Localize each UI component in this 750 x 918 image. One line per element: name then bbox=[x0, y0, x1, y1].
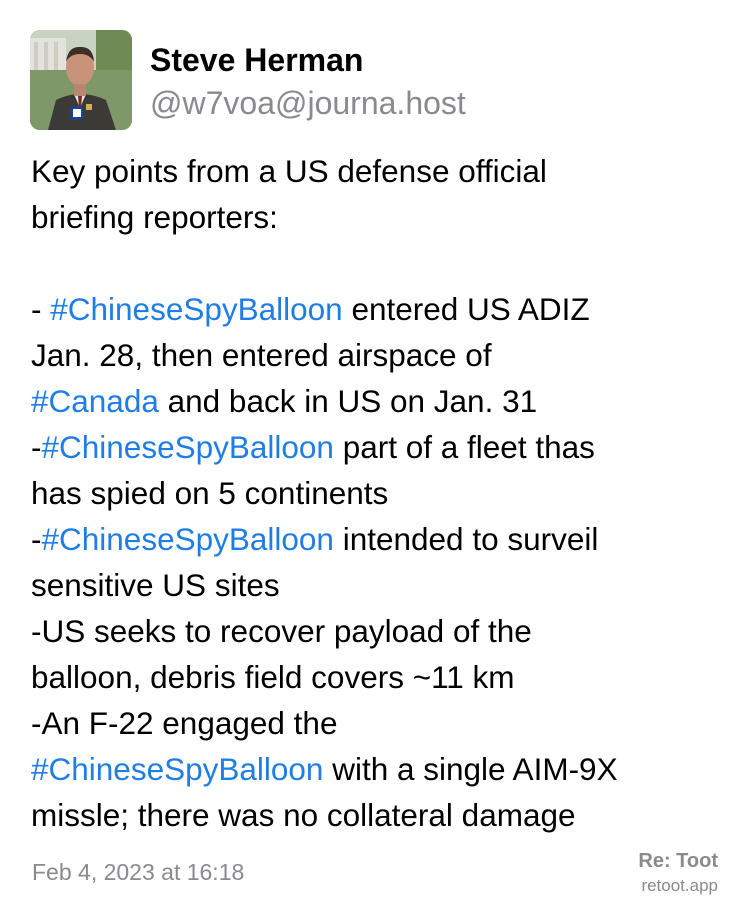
post-text: Key points from a US defense official bbox=[31, 153, 547, 189]
post-text: - bbox=[31, 521, 42, 557]
author-handle[interactable]: @w7voa@journa.host bbox=[150, 83, 466, 123]
hashtag-link[interactable]: #ChineseSpyBalloon bbox=[42, 521, 334, 557]
post-line: has spied on 5 continents bbox=[31, 470, 731, 516]
post-text: missle; there was no collateral damage bbox=[31, 797, 576, 833]
post-line: Jan. 28, then entered airspace of bbox=[31, 332, 731, 378]
post-text: has spied on 5 continents bbox=[31, 475, 389, 511]
app-brand-title: Re: Toot bbox=[638, 850, 718, 872]
avatar[interactable] bbox=[30, 30, 132, 130]
hashtag-link[interactable]: #ChineseSpyBalloon bbox=[31, 751, 323, 787]
hashtag-link[interactable]: #ChineseSpyBalloon bbox=[42, 429, 334, 465]
post-text: briefing reporters: bbox=[31, 199, 278, 235]
post-line: #ChineseSpyBalloon with a single AIM-9X bbox=[31, 746, 731, 792]
post-text: and back in US on Jan. 31 bbox=[158, 383, 538, 419]
post-text: entered US ADIZ bbox=[342, 291, 590, 327]
post-line: Key points from a US defense official bbox=[31, 148, 731, 194]
post-line: - #ChineseSpyBalloon entered US ADIZ bbox=[31, 286, 731, 332]
post-line: -#ChineseSpyBalloon part of a fleet thas bbox=[31, 424, 731, 470]
post-text: - bbox=[31, 291, 51, 327]
post-text: Jan. 28, then entered airspace of bbox=[31, 337, 492, 373]
hashtag-link[interactable]: #Canada bbox=[31, 383, 159, 419]
post-text: part of a fleet thas bbox=[333, 429, 595, 465]
post-line: -#ChineseSpyBalloon intended to surveil bbox=[31, 516, 731, 562]
post-text: -US seeks to recover payload of the bbox=[31, 613, 532, 649]
author-name[interactable]: Steve Herman bbox=[150, 40, 363, 80]
post-text: - bbox=[31, 429, 42, 465]
post-line: briefing reporters: bbox=[31, 194, 731, 240]
reporter-photo-avatar-icon bbox=[30, 30, 132, 130]
post-body: Key points from a US defense official bri… bbox=[31, 148, 731, 838]
post-text: with a single AIM-9X bbox=[323, 751, 618, 787]
post-line: -An F-22 engaged the bbox=[31, 700, 731, 746]
hashtag-link[interactable]: #ChineseSpyBalloon bbox=[50, 291, 342, 327]
app-brand: Re: Toot retoot.app bbox=[638, 848, 718, 898]
post-text: balloon, debris field covers ~11 km bbox=[31, 659, 515, 695]
post-text: sensitive US sites bbox=[31, 567, 280, 603]
post-line: missle; there was no collateral damage bbox=[31, 792, 731, 838]
post-line: sensitive US sites bbox=[31, 562, 731, 608]
post-timestamp: Feb 4, 2023 at 16:18 bbox=[32, 859, 245, 885]
post-line: balloon, debris field covers ~11 km bbox=[31, 654, 731, 700]
post-text: intended to surveil bbox=[333, 521, 599, 557]
post-line: #Canada and back in US on Jan. 31 bbox=[31, 378, 731, 424]
post-text: -An F-22 engaged the bbox=[31, 705, 338, 741]
post-line: -US seeks to recover payload of the bbox=[31, 608, 731, 654]
app-brand-subtitle: retoot.app bbox=[641, 876, 718, 895]
